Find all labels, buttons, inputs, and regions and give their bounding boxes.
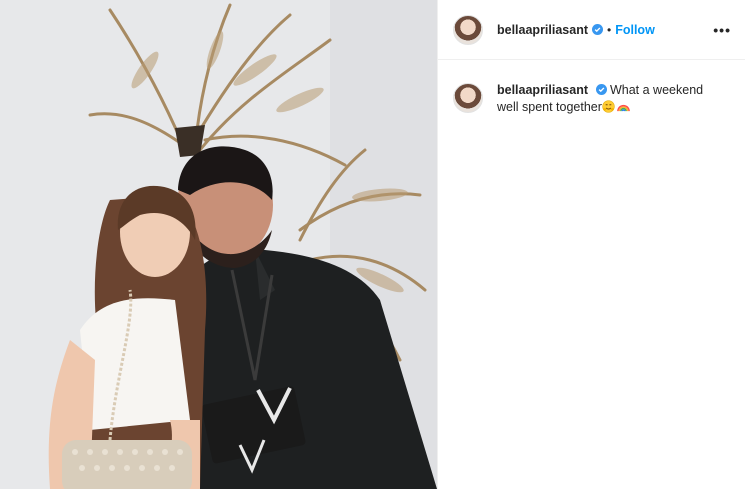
post-photo[interactable] [0,0,437,489]
rainbow-emoji-icon [617,104,630,112]
avatar[interactable] [453,14,483,45]
caption-username[interactable]: bellaapriliasant [497,83,588,97]
header-username[interactable]: bellaapriliasant [497,23,588,37]
caption-avatar[interactable] [453,83,483,113]
photo-illustration [0,0,437,489]
follow-button[interactable]: Follow [615,23,655,37]
caption-verified-badge-icon [595,84,607,95]
caption-text-block: bellaapriliasant What a weekend well spe… [497,82,717,116]
caption: bellaapriliasant What a weekend well spe… [438,60,745,116]
post-header: bellaapriliasant • Follow ••• [438,0,745,60]
instagram-post: bellaapriliasant • Follow ••• bellaapril… [0,0,745,489]
hugging-face-emoji-icon [602,100,615,113]
more-options-icon[interactable]: ••• [713,22,731,38]
separator-dot: • [607,22,612,37]
post-side-panel: bellaapriliasant • Follow ••• bellaapril… [437,0,745,489]
verified-badge-icon [592,24,604,35]
